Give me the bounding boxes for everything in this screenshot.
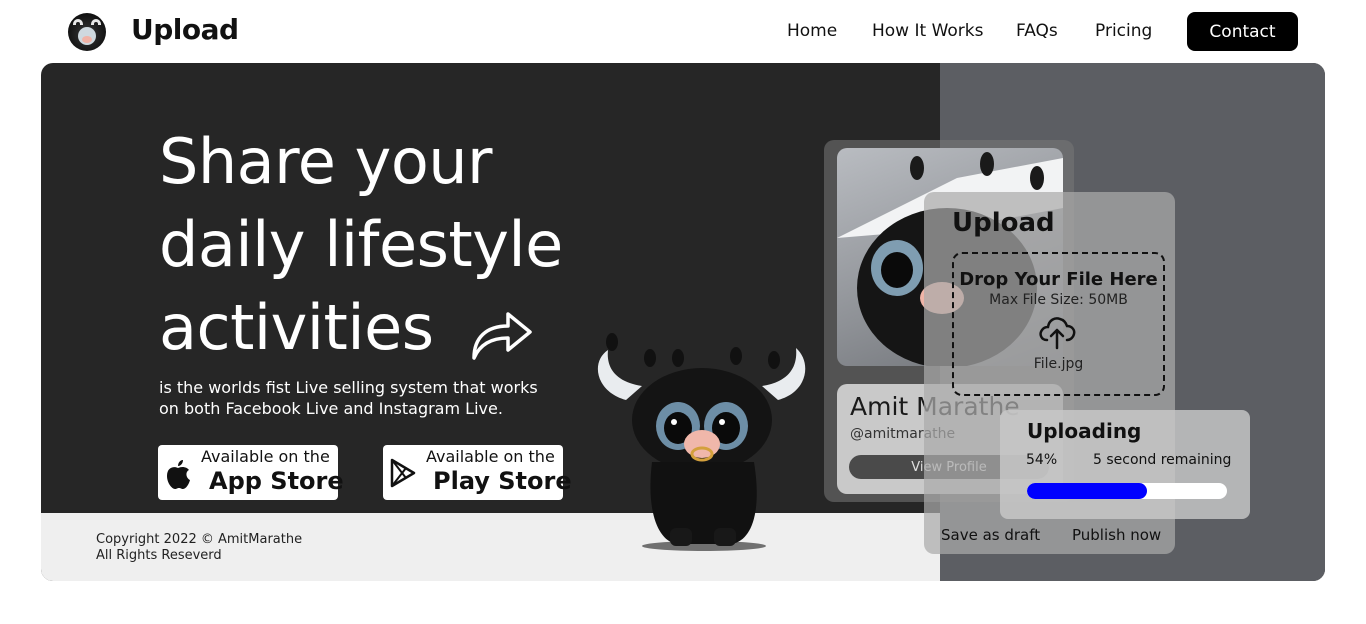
copyright: Copyright 2022 © AmitMarathe All Rights …: [96, 532, 302, 564]
contact-button[interactable]: Contact: [1187, 12, 1298, 51]
headline-line-1: Share your: [159, 125, 493, 198]
nav-pricing[interactable]: Pricing: [1095, 21, 1152, 41]
hero-headline: Share your daily lifestyle activities: [159, 120, 619, 369]
copyright-text: Copyright 2022 © AmitMarathe: [96, 532, 303, 547]
file-name: File.jpg: [1033, 356, 1084, 372]
logo-bull-icon[interactable]: [68, 13, 106, 51]
cloud-upload-icon: [1039, 317, 1076, 350]
uploading-title: Uploading: [1027, 419, 1142, 443]
app-store-button[interactable]: Available on the App Store: [158, 445, 344, 500]
save-draft-button[interactable]: Save as draft: [941, 526, 1040, 544]
apple-icon: [167, 460, 190, 489]
bull-mascot-image: [597, 333, 806, 551]
nav-home[interactable]: Home: [787, 21, 837, 41]
play-store-button[interactable]: Available on the Play Store: [383, 445, 572, 500]
brand-title[interactable]: Upload: [131, 13, 239, 46]
subtext-line-2: on both Facebook Live and Instagram Live…: [159, 399, 503, 418]
upload-progress-fill: [1027, 483, 1147, 499]
share-arrow-icon[interactable]: [470, 302, 536, 364]
upload-title: Upload: [952, 208, 1055, 238]
app-store-small: Available on the: [201, 447, 330, 466]
upload-progress-bar: [1027, 483, 1227, 499]
nav-faqs[interactable]: FAQs: [1016, 21, 1058, 41]
rights-text: All Rights Reseverd: [96, 548, 222, 563]
hero-subtext: is the worlds fist Live selling system t…: [159, 377, 559, 419]
time-remaining: 5 second remaining: [1093, 452, 1232, 468]
top-nav: Upload Home How It Works FAQs Pricing Co…: [0, 0, 1366, 62]
headline-line-3: activities: [159, 291, 434, 364]
play-store-icon: [390, 458, 416, 488]
publish-now-button[interactable]: Publish now: [1072, 526, 1161, 544]
subtext-line-1: is the worlds fist Live selling system t…: [159, 378, 538, 397]
play-store-big: Play Store: [433, 467, 572, 495]
upload-percent: 54%: [1026, 452, 1058, 468]
drop-title: Drop Your File Here: [959, 269, 1158, 290]
app-store-big: App Store: [209, 467, 344, 495]
max-file-size: Max File Size: 50MB: [989, 292, 1128, 308]
play-store-small: Available on the: [426, 447, 555, 466]
headline-line-2: daily lifestyle: [159, 208, 563, 281]
nav-how-it-works[interactable]: How It Works: [872, 21, 983, 41]
